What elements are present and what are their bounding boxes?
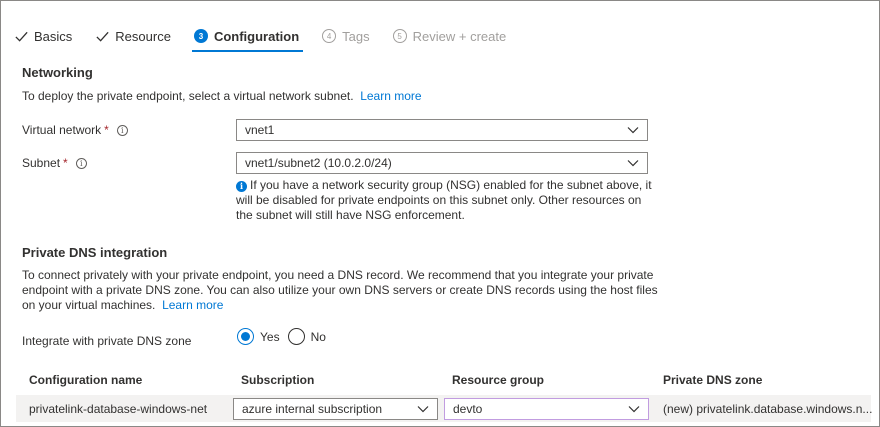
tab-resource-label: Resource xyxy=(115,28,171,44)
column-header-resource-group: Resource group xyxy=(452,373,545,387)
subscription-value: azure internal subscription xyxy=(242,402,383,416)
nsg-info-note-text: If you have a network security group (NS… xyxy=(236,178,652,222)
wizard-tabs: Basics Resource 3 Configuration 4 Tags 5… xyxy=(14,23,529,52)
column-header-subscription: Subscription xyxy=(241,373,315,387)
integrate-dns-radio-group: Yes No xyxy=(237,328,334,345)
radio-no-label: No xyxy=(310,329,326,344)
required-marker: * xyxy=(63,156,68,170)
configuration-panel: Basics Resource 3 Configuration 4 Tags 5… xyxy=(0,0,880,427)
tab-review-create-label: Review + create xyxy=(412,28,507,44)
private-dns-description-text: To connect privately with your private e… xyxy=(22,268,658,312)
column-header-configuration-name: Configuration name xyxy=(29,373,143,387)
tab-tags[interactable]: 4 Tags xyxy=(322,23,370,49)
tab-resource[interactable]: Resource xyxy=(95,23,171,49)
private-dns-zone-cell: (new) privatelink.database.windows.n... xyxy=(663,402,873,416)
radio-yes[interactable]: Yes xyxy=(237,328,280,345)
private-dns-description: To connect privately with your private e… xyxy=(22,268,662,313)
resource-group-dropdown[interactable]: devto xyxy=(444,398,649,420)
chevron-down-icon xyxy=(417,406,429,413)
subnet-label: Subnet * i xyxy=(22,156,87,170)
networking-description: To deploy the private endpoint, select a… xyxy=(22,89,422,104)
resource-group-value: devto xyxy=(453,402,483,416)
required-marker: * xyxy=(104,123,109,137)
tab-configuration-label: Configuration xyxy=(213,28,300,44)
radio-selected-icon xyxy=(237,328,254,345)
networking-description-text: To deploy the private endpoint, select a… xyxy=(22,89,354,103)
step-number-icon: 5 xyxy=(392,29,407,43)
checkmark-icon xyxy=(15,31,28,42)
virtual-network-dropdown[interactable]: vnet1 xyxy=(236,119,648,141)
virtual-network-label-text: Virtual network xyxy=(22,123,102,137)
column-header-private-dns-zone: Private DNS zone xyxy=(663,373,763,387)
config-name-cell: privatelink-database-windows-net xyxy=(29,402,208,416)
tab-basics[interactable]: Basics xyxy=(14,23,72,49)
private-dns-heading: Private DNS integration xyxy=(22,245,168,260)
step-number-icon: 3 xyxy=(193,29,208,43)
nsg-info-note: i If you have a network security group (N… xyxy=(236,178,656,223)
radio-unselected-icon xyxy=(287,328,305,345)
info-icon[interactable]: i xyxy=(75,157,87,169)
networking-heading: Networking xyxy=(22,65,93,80)
tab-basics-label: Basics xyxy=(34,28,73,44)
networking-learn-more-link[interactable]: Learn more xyxy=(360,89,421,103)
chevron-down-icon xyxy=(628,406,640,413)
tab-review-create[interactable]: 5 Review + create xyxy=(392,23,507,49)
subnet-value: vnet1/subnet2 (10.0.2.0/24) xyxy=(245,156,392,170)
tab-configuration[interactable]: 3 Configuration xyxy=(191,23,304,52)
subnet-label-text: Subnet xyxy=(22,156,61,170)
radio-no[interactable]: No xyxy=(287,328,326,345)
private-dns-learn-more-link[interactable]: Learn more xyxy=(162,298,223,312)
integrate-dns-label: Integrate with private DNS zone xyxy=(22,334,192,348)
radio-yes-label: Yes xyxy=(260,329,280,344)
info-filled-icon: i xyxy=(236,181,247,192)
subnet-dropdown[interactable]: vnet1/subnet2 (10.0.2.0/24) xyxy=(236,152,648,174)
virtual-network-label: Virtual network * i xyxy=(22,123,128,137)
chevron-down-icon xyxy=(627,160,639,167)
step-number-icon: 4 xyxy=(322,29,337,43)
chevron-down-icon xyxy=(627,127,639,134)
info-icon[interactable]: i xyxy=(116,124,128,136)
subscription-dropdown[interactable]: azure internal subscription xyxy=(233,398,438,420)
virtual-network-value: vnet1 xyxy=(245,123,275,137)
tab-tags-label: Tags xyxy=(342,28,370,44)
checkmark-icon xyxy=(96,31,109,42)
